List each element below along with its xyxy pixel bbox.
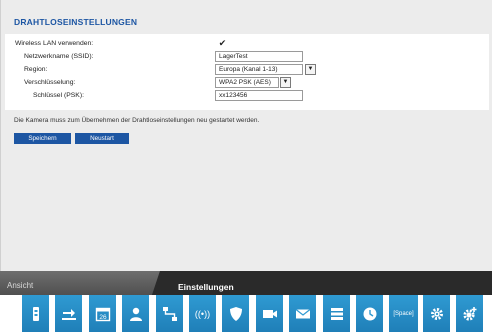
encryption-select[interactable]: WPA2 PSK (AES) (215, 77, 279, 88)
encryption-row: Verschlüsselung: WPA2 PSK (AES) ▼ (5, 77, 489, 90)
gear-icon[interactable] (423, 295, 450, 332)
ssid-field[interactable]: LagerTest (215, 51, 303, 62)
encryption-dropdown-icon[interactable]: ▼ (280, 77, 291, 88)
calendar-day: 26 (99, 314, 107, 321)
key-row: Schlüssel (PSK): xx123456 (5, 90, 489, 103)
restart-button[interactable]: Neustart (75, 133, 129, 144)
region-select[interactable]: Europa (Kanal 1-13) (215, 64, 303, 75)
restart-note: Die Kamera muss zum Übernehmen der Draht… (14, 117, 260, 124)
wireless-settings-panel: Wireless LAN verwenden: ✔ Netzwerkname (… (5, 34, 489, 110)
settings-content: DRAHTLOSEINSTELLUNGEN Wireless LAN verwe… (0, 0, 492, 271)
transfer-icon[interactable] (55, 295, 82, 332)
ssid-label: Netzwerkname (SSID): (24, 53, 94, 60)
encryption-label: Verschlüsselung: (24, 79, 76, 86)
tab-settings-label: Einstellungen (178, 282, 234, 292)
video-icon[interactable] (256, 295, 283, 332)
wireless-icon[interactable]: ((•)) (189, 295, 216, 332)
region-label: Region: (24, 66, 48, 73)
network-icon[interactable] (156, 295, 183, 332)
device-icon[interactable] (22, 295, 49, 332)
key-label: Schlüssel (PSK): (33, 92, 84, 99)
space-label: [Space] (393, 310, 414, 317)
page-title: DRAHTLOSEINSTELLUNGEN (14, 17, 138, 27)
key-field[interactable]: xx123456 (215, 90, 303, 101)
user-icon[interactable] (122, 295, 149, 332)
mail-icon[interactable] (289, 295, 316, 332)
tab-bar: Ansicht Einstellungen (0, 271, 492, 295)
calendar-icon[interactable]: 26 (89, 295, 116, 332)
wlan-row: Wireless LAN verwenden: ✔ (5, 38, 489, 51)
function-toolbar: 26 ((•)) [Space] (0, 295, 492, 332)
region-dropdown-icon[interactable]: ▼ (305, 64, 316, 75)
region-row: Region: Europa (Kanal 1-13) ▼ (5, 64, 489, 77)
save-button[interactable]: Speichern (14, 133, 71, 144)
ssid-row: Netzwerkname (SSID): LagerTest (5, 51, 489, 64)
wlan-label: Wireless LAN verwenden: (15, 40, 94, 47)
shield-icon[interactable] (222, 295, 249, 332)
wlan-checkbox[interactable]: ✔ (218, 39, 227, 48)
wireless-glyph: ((•)) (194, 308, 211, 319)
storage-icon[interactable] (323, 295, 350, 332)
clock-icon[interactable] (356, 295, 383, 332)
tab-view-label: Ansicht (7, 281, 34, 290)
gear-plus-icon[interactable] (456, 295, 483, 332)
space-icon[interactable]: [Space] (389, 295, 418, 332)
